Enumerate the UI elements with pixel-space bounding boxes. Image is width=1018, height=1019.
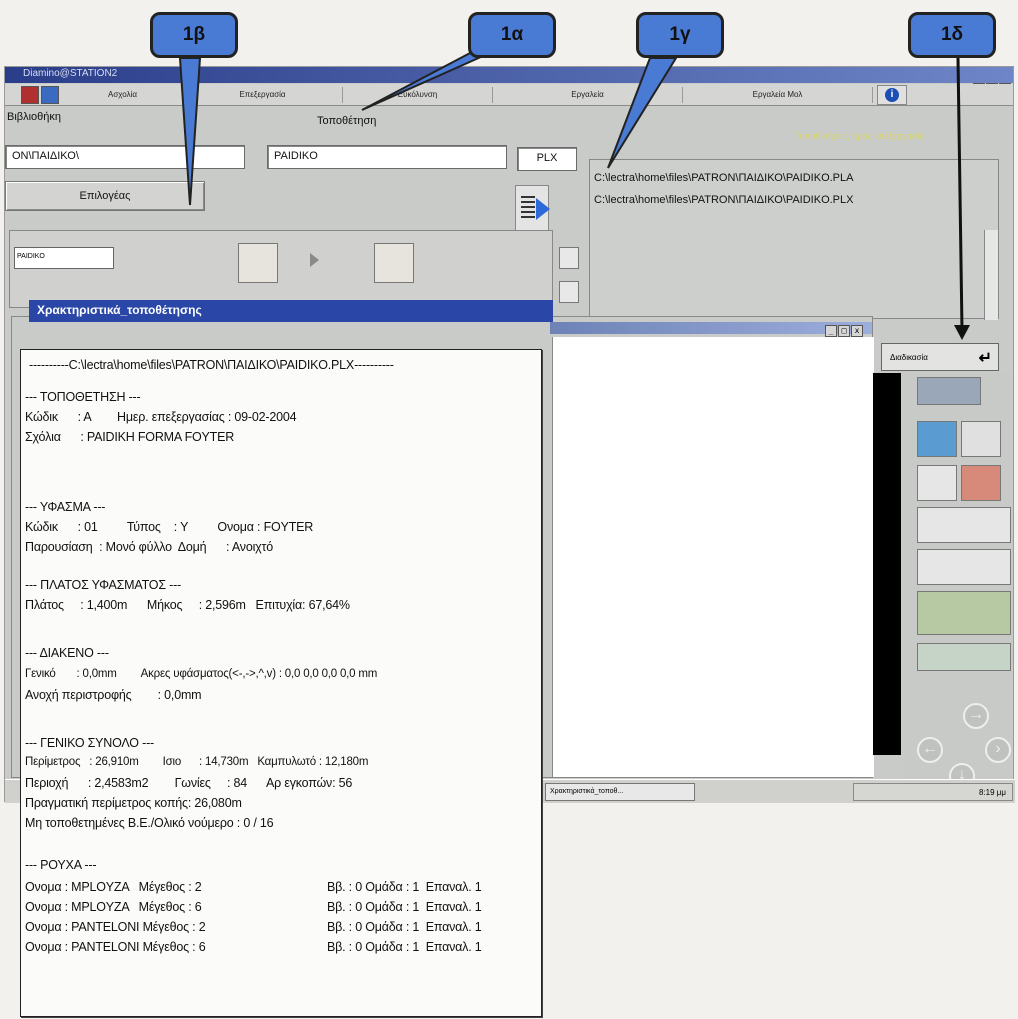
callout-1g: 1γ [636,12,724,58]
callout-pointer-1d [956,57,964,331]
callout-1b: 1β [150,12,238,58]
callout-arrowhead [954,325,970,340]
screenshot-stage: Diamino@STATION2 _ □ x Ασχολία Επεξεργασ… [0,0,1018,1019]
callout-pointers [178,51,970,340]
callout-pointer-1a [361,51,493,111]
callout-pointer-1g [607,57,678,169]
callout-pointer-1b [178,57,202,206]
callout-1d: 1δ [908,12,996,58]
callout-1a: 1α [468,12,556,58]
